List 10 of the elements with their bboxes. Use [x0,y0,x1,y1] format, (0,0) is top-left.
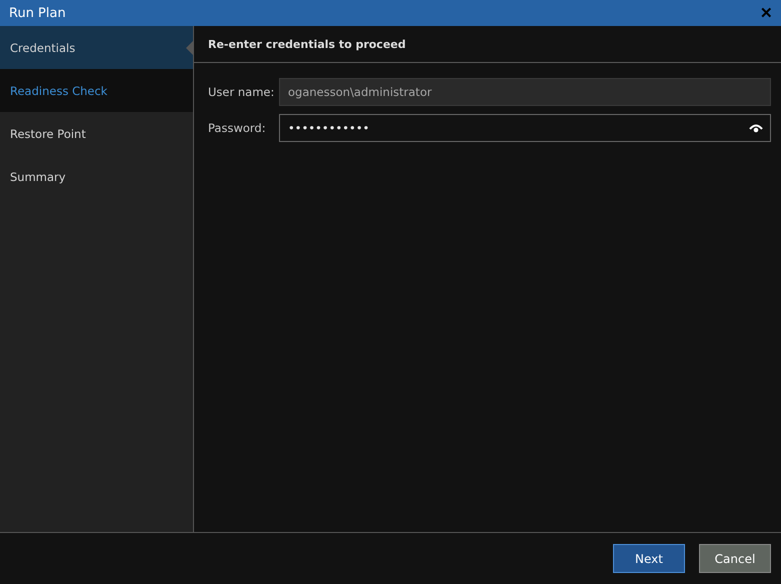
primary-button[interactable]: Next [613,544,685,573]
section-heading: Re-enter credentials to proceed [208,38,406,50]
password-field[interactable]: •••••••••••• [279,114,771,142]
field-label: Password: [208,121,267,135]
window-title: Run Plan [9,6,66,20]
secondary-button[interactable]: Cancel [699,544,771,573]
eye-icon[interactable] [749,123,763,133]
sidebar-item[interactable]: Readiness Check [0,69,193,112]
field-label: User name: [208,85,276,99]
sidebar-item[interactable]: Credentials [0,26,193,69]
